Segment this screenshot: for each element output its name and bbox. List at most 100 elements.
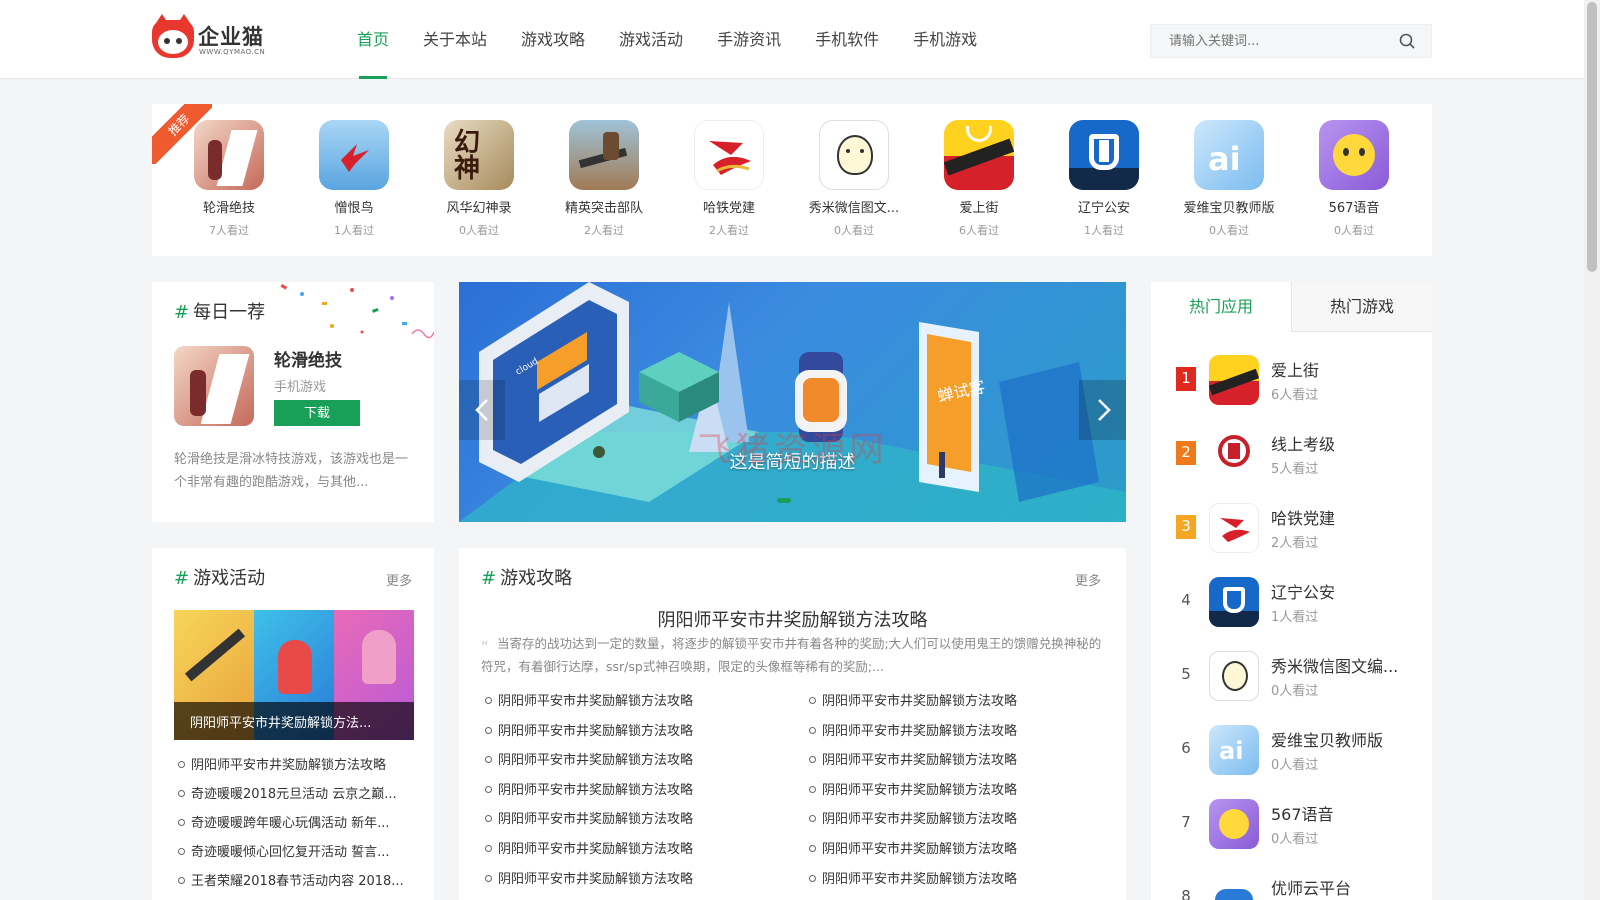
rec-app[interactable]: 憎恨鸟 1人看过 bbox=[299, 120, 409, 238]
list-item[interactable]: 阴阳师平安市井奖励解锁方法攻略 bbox=[485, 838, 785, 857]
guides-headline[interactable]: 阴阳师平安市井奖励解锁方法攻略 bbox=[459, 606, 1126, 632]
list-item[interactable]: 奇迹暖暖跨年暖心玩偶活动 新年... bbox=[178, 812, 418, 831]
party-app-icon bbox=[1209, 503, 1259, 553]
daily-title: # 每日一荐 bbox=[174, 302, 266, 323]
list-item[interactable]: 阴阳师平安市井奖励解锁方法攻略 bbox=[809, 838, 1109, 857]
tab-hot-apps[interactable]: 热门应用 bbox=[1151, 282, 1291, 332]
fantasy-app-icon: 幻神 bbox=[444, 120, 514, 190]
voice-app-icon bbox=[1319, 120, 1389, 190]
list-item[interactable]: 奇迹暖暖倾心回忆复开活动 誓言... bbox=[178, 841, 418, 860]
hot-item[interactable]: 3 哈铁党建 2人看过 bbox=[1151, 495, 1432, 567]
page-scrollbar[interactable] bbox=[1584, 0, 1600, 900]
rank-badge: 3 bbox=[1176, 515, 1196, 539]
daily-app-icon[interactable] bbox=[174, 346, 254, 426]
list-item[interactable]: 阴阳师平安市井奖励解锁方法攻略 bbox=[485, 720, 785, 739]
search-input[interactable] bbox=[1151, 25, 1391, 57]
list-item[interactable]: 阴阳师平安市井奖励解锁方法攻略 bbox=[485, 808, 785, 827]
site-logo[interactable]: 企业猫 WWW.QYMAO.CN bbox=[152, 14, 272, 60]
list-item[interactable]: 阴阳师平安市井奖励解锁方法攻略 bbox=[485, 868, 785, 887]
hot-item[interactable]: 6 ai 爱维宝贝教师版 0人看过 bbox=[1151, 717, 1432, 789]
rec-app[interactable]: 辽宁公安 1人看过 bbox=[1049, 120, 1159, 238]
tab-hot-games[interactable]: 热门游戏 bbox=[1291, 282, 1432, 332]
rec-app[interactable]: 爱上街 6人看过 bbox=[924, 120, 1034, 238]
download-button[interactable]: 下载 bbox=[274, 400, 360, 426]
hot-item[interactable]: 1 爱上街 6人看过 bbox=[1151, 347, 1432, 419]
logo-name: 企业猫 bbox=[198, 25, 264, 49]
list-item[interactable]: 阴阳师平安市井奖励解锁方法攻略 bbox=[178, 754, 418, 773]
nav-guides[interactable]: 游戏攻略 bbox=[504, 0, 602, 79]
rec-app[interactable]: ai 爱维宝贝教师版 0人看过 bbox=[1174, 120, 1284, 238]
list-item[interactable]: 奇迹暖暖2018元旦活动 云京之巅... bbox=[178, 783, 418, 802]
rank-number: 6 bbox=[1181, 739, 1191, 757]
voice-app-icon bbox=[1209, 799, 1259, 849]
hot-item[interactable]: 4 辽宁公安 1人看过 bbox=[1151, 569, 1432, 641]
teacher-app-icon: ai bbox=[1209, 725, 1259, 775]
shopping-app-icon bbox=[944, 120, 1014, 190]
hot-item[interactable]: 7 567语音 0人看过 bbox=[1151, 791, 1432, 863]
list-item[interactable]: 阴阳师平安市井奖励解锁方法攻略 bbox=[809, 808, 1109, 827]
site-header: 企业猫 WWW.QYMAO.CN 首页 关于本站 游戏攻略 游戏活动 手游资讯 … bbox=[0, 0, 1584, 79]
rank-number: 5 bbox=[1181, 665, 1191, 683]
list-item[interactable]: 阴阳师平安市井奖励解锁方法攻略 bbox=[485, 690, 785, 709]
list-item[interactable]: 阴阳师平安市井奖励解锁方法攻略 bbox=[809, 779, 1109, 798]
cat-logo-icon bbox=[152, 14, 194, 58]
events-more-link[interactable]: 更多 bbox=[386, 570, 412, 589]
search-box bbox=[1150, 24, 1432, 58]
nav-games[interactable]: 手机游戏 bbox=[896, 0, 994, 79]
nav-software[interactable]: 手机软件 bbox=[798, 0, 896, 79]
logo-url: WWW.QYMAO.CN bbox=[199, 48, 266, 56]
nav-news[interactable]: 手游资讯 bbox=[700, 0, 798, 79]
guides-title: # 游戏攻略 bbox=[481, 568, 573, 589]
rec-app[interactable]: 秀米微信图文... 0人看过 bbox=[799, 120, 909, 238]
watermark-text: 飞猪资源网 bbox=[697, 430, 888, 470]
daily-app-category: 手机游戏 bbox=[274, 380, 327, 395]
daily-app-name[interactable]: 轮滑绝技 bbox=[274, 346, 342, 371]
nav-home[interactable]: 首页 bbox=[340, 0, 406, 79]
list-item[interactable]: 阴阳师平安市井奖励解锁方法攻略 bbox=[809, 720, 1109, 739]
rank-badge: 1 bbox=[1176, 367, 1196, 391]
list-item[interactable]: 阴阳师平安市井奖励解锁方法攻略 bbox=[485, 779, 785, 798]
scrollbar-thumb[interactable] bbox=[1587, 2, 1597, 272]
police-app-icon bbox=[1069, 120, 1139, 190]
hot-item[interactable]: 5 秀米微信图文编... 0人看过 bbox=[1151, 643, 1432, 715]
guides-summary: 当寄存的战功达到一定的数量，将逐步的解锁平安市井有着各种的奖励;大人们可以使用鬼… bbox=[481, 636, 1102, 674]
police-app-icon bbox=[1209, 577, 1259, 627]
banner-dot-active[interactable] bbox=[777, 498, 791, 503]
hot-apps-panel: 热门应用 热门游戏 1 爱上街 6人看过 2 线上考级 5人看过 3 哈铁党建 … bbox=[1151, 282, 1432, 900]
recommend-strip: 推荐 轮滑绝技 7人看过 憎恨鸟 1人看过 幻神 风华幻神录 0人看过 精英突击部队 2… bbox=[152, 104, 1432, 256]
events-featured-caption: 阴阳师平安市井奖励解锁方法... bbox=[190, 716, 372, 731]
game-guides-card: # 游戏攻略 更多 阴阳师平安市井奖励解锁方法攻略 “ 当寄存的战功达到一定的数量… bbox=[459, 548, 1126, 900]
teacher-app-icon: ai bbox=[1194, 120, 1264, 190]
list-item[interactable]: 王者荣耀2018春节活动内容 2018... bbox=[178, 870, 418, 889]
nav-about[interactable]: 关于本站 bbox=[406, 0, 504, 79]
rank-number: 7 bbox=[1181, 813, 1191, 831]
shooter-app-icon bbox=[569, 120, 639, 190]
exam-app-icon bbox=[1209, 429, 1259, 479]
party-app-icon bbox=[694, 120, 764, 190]
daily-description: 轮滑绝技是滑冰特技游戏，该游戏也是一个非常有趣的跑酷游戏，与其他... bbox=[174, 452, 409, 490]
search-icon[interactable] bbox=[1399, 33, 1415, 49]
rec-app[interactable]: 幻神 风华幻神录 0人看过 bbox=[424, 120, 534, 238]
rec-app[interactable]: 精英突击部队 2人看过 bbox=[549, 120, 659, 238]
rec-app[interactable]: 轮滑绝技 7人看过 bbox=[174, 120, 284, 238]
bird-app-icon bbox=[319, 120, 389, 190]
list-item[interactable]: 阴阳师平安市井奖励解锁方法攻略 bbox=[809, 749, 1109, 768]
rec-app[interactable]: 567语音 0人看过 bbox=[1299, 120, 1409, 238]
nav-events[interactable]: 游戏活动 bbox=[602, 0, 700, 79]
game-events-card: # 游戏活动 更多 阴阳师平安市井奖励解锁方法... 阴阳师平安市井奖励解锁方法攻… bbox=[152, 548, 434, 900]
rec-app[interactable]: 哈铁党建 2人看过 bbox=[674, 120, 784, 238]
list-item[interactable]: 阴阳师平安市井奖励解锁方法攻略 bbox=[485, 749, 785, 768]
shopping-app-icon bbox=[1209, 355, 1259, 405]
rank-badge: 2 bbox=[1176, 441, 1196, 465]
daily-pick-card: # 每日一荐 轮滑绝技 手机游戏 下载 轮滑绝技是滑冰特技游戏，该游戏也是一个非常… bbox=[152, 282, 434, 522]
guides-more-link[interactable]: 更多 bbox=[1075, 570, 1101, 589]
list-item[interactable]: 阴阳师平安市井奖励解锁方法攻略 bbox=[809, 690, 1109, 709]
hot-item[interactable]: 2 线上考级 5人看过 bbox=[1151, 421, 1432, 493]
main-nav: 首页 关于本站 游戏攻略 游戏活动 手游资讯 手机软件 手机游戏 bbox=[340, 0, 994, 79]
events-featured-image[interactable]: 阴阳师平安市井奖励解锁方法... bbox=[174, 610, 414, 740]
cloud-app-icon bbox=[1209, 873, 1259, 900]
list-item[interactable]: 阴阳师平安市井奖励解锁方法攻略 bbox=[809, 868, 1109, 887]
xiumi-app-icon bbox=[1209, 651, 1259, 701]
hot-item[interactable]: 8 优师云平台 bbox=[1151, 865, 1432, 900]
banner-carousel[interactable]: 蝉试客 cloud 这是简短的描述 飞猪资源网 bbox=[459, 282, 1126, 522]
